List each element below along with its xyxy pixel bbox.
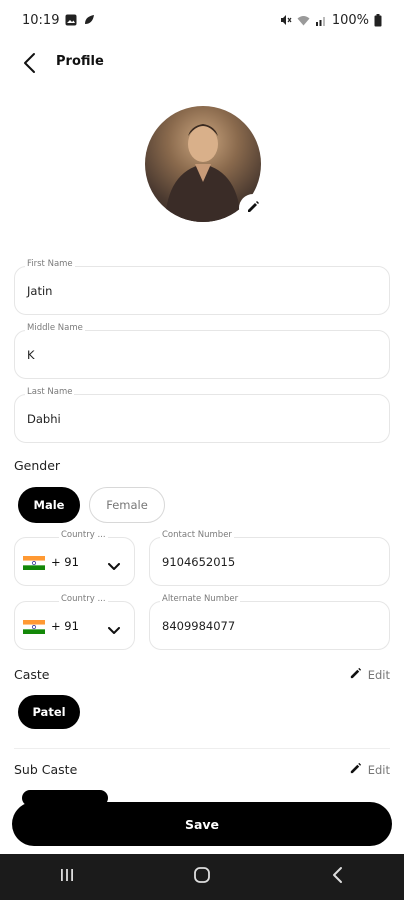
back-arrow-icon xyxy=(22,52,36,78)
pencil-icon xyxy=(349,667,362,683)
home-button[interactable] xyxy=(172,854,232,900)
battery-icon xyxy=(374,13,382,27)
alternate-number-value: 8409984077 xyxy=(162,618,236,633)
wifi-icon xyxy=(297,15,310,26)
sub-caste-label: Sub Caste xyxy=(14,762,78,777)
pencil-icon xyxy=(349,762,362,778)
divider xyxy=(14,748,390,749)
save-button[interactable]: Save xyxy=(12,802,392,846)
middle-name-field[interactable]: Middle Name K xyxy=(14,323,390,379)
contact-country-select[interactable]: Country ... + 91 xyxy=(14,530,135,586)
caste-edit-label: Edit xyxy=(367,668,390,682)
leaf-icon xyxy=(83,14,95,26)
first-name-value: Jatin xyxy=(27,283,53,298)
chevron-down-icon xyxy=(108,556,120,575)
caste-chip[interactable]: Patel xyxy=(18,695,80,729)
caste-label: Caste xyxy=(14,667,50,682)
alternate-number-label: Alternate Number xyxy=(160,594,241,604)
last-name-value: Dabhi xyxy=(27,411,61,426)
alternate-country-code: + 91 xyxy=(51,618,79,633)
nav-back-button[interactable] xyxy=(307,854,367,900)
alternate-number-field[interactable]: Alternate Number 8409984077 xyxy=(149,594,390,650)
page-title: Profile xyxy=(56,54,104,69)
recents-icon xyxy=(59,867,75,887)
middle-name-label: Middle Name xyxy=(25,323,85,333)
home-icon xyxy=(193,866,211,888)
mute-icon xyxy=(280,14,292,26)
caste-edit-button[interactable]: Edit xyxy=(349,667,390,683)
india-flag-icon xyxy=(23,555,45,570)
contact-number-label: Contact Number xyxy=(160,530,234,540)
middle-name-value: K xyxy=(27,347,35,362)
avatar-container xyxy=(145,106,267,222)
signal-icon xyxy=(315,15,327,26)
contact-number-value: 9104652015 xyxy=(162,554,236,569)
back-button[interactable] xyxy=(14,50,44,80)
gallery-icon xyxy=(65,14,77,26)
pencil-icon xyxy=(246,199,260,218)
gender-label: Gender xyxy=(14,458,61,473)
sub-caste-edit-button[interactable]: Edit xyxy=(349,762,390,778)
edit-photo-button[interactable] xyxy=(239,194,267,222)
chevron-down-icon xyxy=(108,620,120,639)
alternate-country-label: Country ... xyxy=(59,594,108,604)
contact-number-field[interactable]: Contact Number 9104652015 xyxy=(149,530,390,586)
last-name-label: Last Name xyxy=(25,387,75,397)
recents-button[interactable] xyxy=(37,854,97,900)
top-bar: Profile xyxy=(0,40,404,88)
gender-male-option[interactable]: Male xyxy=(18,487,80,523)
back-icon xyxy=(331,866,343,888)
first-name-label: First Name xyxy=(25,259,75,269)
last-name-field[interactable]: Last Name Dabhi xyxy=(14,387,390,443)
battery-percent: 100% xyxy=(331,12,369,28)
sub-caste-edit-label: Edit xyxy=(367,763,390,777)
contact-country-label: Country ... xyxy=(59,530,108,540)
status-time: 10:19 xyxy=(22,12,60,28)
contact-country-code: + 91 xyxy=(51,554,79,569)
alternate-country-select[interactable]: Country ... + 91 xyxy=(14,594,135,650)
first-name-field[interactable]: First Name Jatin xyxy=(14,259,390,315)
system-nav-bar xyxy=(0,854,404,900)
gender-female-option[interactable]: Female xyxy=(89,487,165,523)
india-flag-icon xyxy=(23,619,45,634)
status-bar: 10:19 100% xyxy=(0,0,404,40)
